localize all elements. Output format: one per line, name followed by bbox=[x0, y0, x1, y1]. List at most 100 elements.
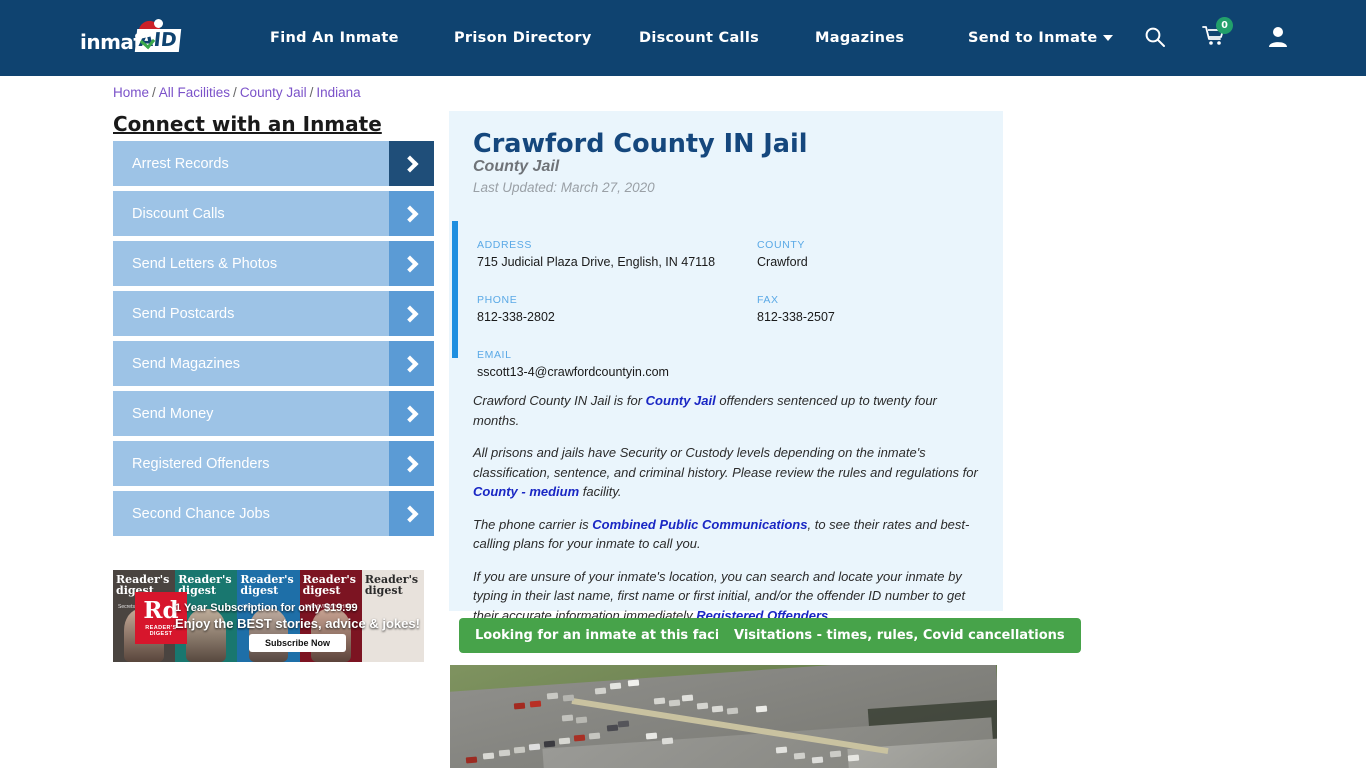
nav-item-prison-directory[interactable]: Prison Directory bbox=[454, 30, 592, 46]
shopping-cart-icon[interactable]: 0 bbox=[1202, 17, 1233, 48]
description-paragraph: If you are unsure of your inmate's locat… bbox=[473, 567, 980, 626]
chevron-right-icon bbox=[389, 241, 434, 286]
aerial-car bbox=[573, 734, 586, 742]
chevron-right-icon bbox=[389, 391, 434, 436]
nav-item-magazines[interactable]: Magazines bbox=[815, 30, 904, 46]
chevron-right-icon bbox=[389, 491, 434, 536]
chevron-right-icon bbox=[389, 141, 434, 186]
readers-digest-ad[interactable]: Reader's digest Secrets of the Mind Read… bbox=[113, 570, 424, 662]
chevron-right-icon bbox=[389, 291, 434, 336]
contact-phone-label: PHONE bbox=[477, 294, 518, 306]
aerial-car bbox=[513, 702, 526, 710]
description-paragraph: Crawford County IN Jail is for County Ja… bbox=[473, 391, 980, 430]
sidebar-item-registered-offenders[interactable]: Registered Offenders bbox=[113, 441, 434, 486]
breadcrumb-separator: / bbox=[152, 85, 156, 100]
contact-address: ADDRESS 715 Judicial Plaza Drive, Englis… bbox=[477, 239, 715, 269]
sidebar-item-send-letters-photos[interactable]: Send Letters & Photos bbox=[113, 241, 434, 286]
chevron-right-icon bbox=[389, 441, 434, 486]
sidebar-item-discount-calls[interactable]: Discount Calls bbox=[113, 191, 434, 236]
chevron-right-icon bbox=[389, 191, 434, 236]
search-icon[interactable] bbox=[1144, 26, 1166, 48]
aerial-car bbox=[528, 743, 541, 751]
paragraph-link[interactable]: County Jail bbox=[646, 393, 716, 408]
contact-email: EMAIL sscott13-4@crawfordcountyin.com bbox=[477, 349, 669, 379]
aerial-car bbox=[668, 699, 681, 707]
aerial-car bbox=[482, 752, 495, 760]
paragraph-link[interactable]: County - medium bbox=[473, 484, 579, 499]
facility-info-panel: Crawford County IN Jail County Jail Last… bbox=[449, 111, 1003, 623]
sidebar-item-label: Send Postcards bbox=[132, 305, 235, 322]
sidebar-item-arrest-records[interactable]: Arrest Records bbox=[113, 141, 434, 186]
aerial-car bbox=[811, 756, 824, 764]
ad-subscribe-button[interactable]: Subscribe Now bbox=[249, 634, 347, 652]
aerial-car bbox=[711, 705, 724, 713]
sidebar-item-label: Registered Offenders bbox=[132, 455, 270, 472]
aerial-car bbox=[575, 716, 588, 724]
facility-description: Crawford County IN Jail is for County Ja… bbox=[473, 391, 980, 638]
chevron-down-icon bbox=[1102, 35, 1113, 41]
aerial-car bbox=[465, 756, 478, 764]
sidebar-item-label: Send Money bbox=[132, 405, 214, 422]
nav-item-send-to-inmate-label: Send to Inmate bbox=[968, 30, 1098, 46]
aerial-car bbox=[543, 740, 556, 748]
cart-count-badge: 0 bbox=[1216, 17, 1233, 34]
sidebar-menu: Arrest Records Discount Calls Send Lette… bbox=[113, 141, 434, 541]
nav-item-find-an-inmate[interactable]: Find An Inmate bbox=[270, 30, 399, 46]
contact-address-value: 715 Judicial Plaza Drive, English, IN 47… bbox=[477, 255, 716, 269]
paragraph-text: The phone carrier is bbox=[473, 516, 593, 532]
breadcrumb-separator: / bbox=[309, 85, 314, 100]
site-header: inmate AID Find An Inmate Prison Directo… bbox=[0, 0, 1366, 76]
aerial-car bbox=[617, 720, 630, 728]
contact-fax-value: 812-338-2507 bbox=[757, 310, 835, 324]
contact-address-label: ADDRESS bbox=[477, 239, 532, 251]
visitation-info-button[interactable]: Visitations - times, rules, Covid cancel… bbox=[718, 618, 1081, 653]
paragraph-text: All prisons and jails have Security or C… bbox=[473, 445, 978, 480]
breadcrumb-item-all-facilities[interactable]: All Facilities bbox=[159, 85, 230, 100]
sidebar-item-second-chance-jobs[interactable]: Second Chance Jobs bbox=[113, 491, 434, 536]
aerial-car bbox=[645, 732, 658, 740]
breadcrumb-item-home[interactable]: Home bbox=[113, 85, 149, 100]
aerial-car bbox=[829, 750, 842, 758]
breadcrumb-separator: / bbox=[233, 85, 237, 100]
sidebar-item-label: Send Letters & Photos bbox=[132, 255, 278, 272]
aerial-car bbox=[726, 707, 739, 715]
breadcrumb-item-indiana[interactable]: Indiana bbox=[316, 85, 360, 100]
user-account-icon[interactable] bbox=[1268, 26, 1288, 48]
aerial-car bbox=[696, 702, 709, 710]
aerial-car bbox=[529, 700, 542, 708]
aerial-car bbox=[627, 679, 640, 687]
contact-fax: FAX 812-338-2507 bbox=[757, 294, 835, 324]
site-logo[interactable]: inmate AID bbox=[80, 18, 190, 58]
aerial-car bbox=[653, 697, 666, 705]
breadcrumb: Home / All Facilities / County Jail / Indiana bbox=[113, 85, 361, 100]
breadcrumb-item-county-jail[interactable]: County Jail bbox=[240, 85, 307, 100]
nav-item-discount-calls[interactable]: Discount Calls bbox=[639, 30, 759, 46]
description-paragraph: All prisons and jails have Security or C… bbox=[473, 443, 980, 502]
sidebar-item-label: Arrest Records bbox=[132, 155, 229, 172]
aerial-car bbox=[546, 692, 559, 700]
contact-email-value[interactable]: sscott13-4@crawfordcountyin.com bbox=[477, 365, 669, 379]
contact-county-label: COUNTY bbox=[757, 239, 805, 251]
contact-phone-value[interactable]: 812-338-2802 bbox=[477, 310, 555, 324]
santa-hat-pom-icon bbox=[154, 19, 163, 28]
paragraph-link[interactable]: Combined Public Communications bbox=[592, 517, 807, 532]
sidebar-item-send-postcards[interactable]: Send Postcards bbox=[113, 291, 434, 336]
sidebar-item-send-money[interactable]: Send Money bbox=[113, 391, 434, 436]
description-paragraph: The phone carrier is Combined Public Com… bbox=[473, 515, 980, 554]
nav-item-send-to-inmate[interactable]: Send to Inmate bbox=[968, 30, 1113, 46]
aerial-car bbox=[775, 746, 788, 754]
aerial-car bbox=[755, 705, 768, 713]
aerial-car bbox=[594, 687, 607, 695]
aerial-car bbox=[558, 737, 571, 745]
paragraph-text: Crawford County IN Jail is for bbox=[473, 393, 646, 408]
aerial-car bbox=[562, 694, 575, 702]
ad-headline: 1 Year Subscription for only $19.99 bbox=[175, 602, 358, 614]
aerial-car bbox=[661, 737, 674, 745]
last-updated-text: Last Updated: March 27, 2020 bbox=[473, 180, 655, 195]
facility-contact-box: ADDRESS 715 Judicial Plaza Drive, Englis… bbox=[452, 221, 1000, 379]
aerial-car bbox=[498, 749, 511, 757]
facility-aerial-photo bbox=[450, 665, 997, 768]
aerial-car bbox=[513, 746, 526, 754]
sidebar-item-send-magazines[interactable]: Send Magazines bbox=[113, 341, 434, 386]
ad-cover-title: Reader's digest bbox=[302, 573, 356, 597]
